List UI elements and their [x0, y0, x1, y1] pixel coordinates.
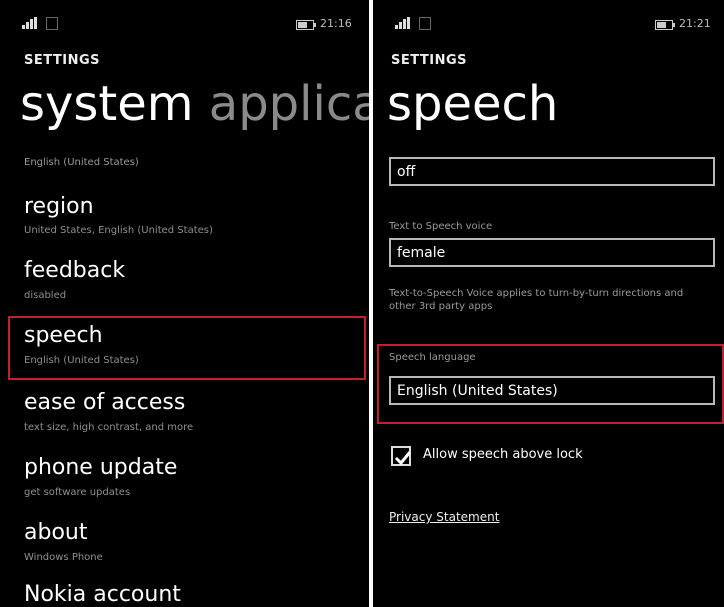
checkmark-icon	[394, 451, 412, 466]
speech-recognition-value: off	[397, 164, 416, 180]
speech-language-value: English (United States)	[397, 383, 558, 399]
menu-item-region-subtitle: United States, English (United States)	[24, 225, 213, 236]
status-bar: 21:21	[373, 0, 724, 36]
menu-item-ease-of-access-subtitle: text size, high contrast, and more	[24, 422, 194, 433]
language-subtitle: English (United States)	[24, 157, 139, 168]
speech-language-field[interactable]: English (United States)	[389, 376, 715, 405]
menu-item-nokia-account[interactable]: Nokia account	[24, 582, 181, 607]
speech-recognition-field[interactable]: off	[389, 157, 715, 186]
page-title: speech	[387, 76, 559, 132]
menu-item-region[interactable]: region	[24, 194, 94, 219]
menu-item-about[interactable]: about	[24, 520, 87, 545]
right-phone-screen: 21:21 SETTINGS speech off Text to Speech…	[373, 0, 724, 607]
menu-item-ease-of-access[interactable]: ease of access	[24, 390, 185, 415]
menu-item-phone-update-subtitle: get software updates	[24, 487, 131, 498]
menu-item-feedback[interactable]: feedback	[24, 258, 125, 283]
clock: 21:16	[320, 17, 352, 30]
network-icon	[46, 17, 58, 30]
signal-icon	[22, 17, 40, 29]
clock: 21:21	[679, 17, 711, 30]
speech-language-label: Speech language	[389, 352, 476, 363]
menu-item-about-subtitle: Windows Phone	[24, 552, 103, 563]
pivot-title: system applica	[20, 76, 369, 132]
menu-item-phone-update[interactable]: phone update	[24, 455, 177, 480]
allow-speech-label: Allow speech above lock	[423, 447, 583, 462]
left-phone-screen: 21:16 SETTINGS system applica English (U…	[0, 0, 369, 607]
menu-item-speech[interactable]: speech	[24, 323, 103, 348]
menu-item-speech-subtitle: English (United States)	[24, 355, 139, 366]
voice-field[interactable]: female	[389, 238, 715, 267]
status-bar: 21:16	[0, 0, 369, 36]
settings-header: SETTINGS	[391, 53, 468, 68]
pivot-next[interactable]: applica	[209, 76, 369, 132]
menu-item-feedback-subtitle: disabled	[24, 290, 67, 301]
voice-label: Text to Speech voice	[389, 221, 493, 232]
battery-icon	[296, 20, 316, 30]
pivot-current[interactable]: system	[20, 76, 194, 132]
voice-value: female	[397, 245, 446, 261]
privacy-statement-link[interactable]: Privacy Statement	[389, 510, 499, 524]
battery-icon	[655, 20, 675, 30]
allow-speech-checkbox[interactable]	[391, 446, 412, 466]
network-icon	[419, 17, 431, 30]
signal-icon	[395, 17, 413, 29]
settings-header: SETTINGS	[24, 53, 101, 68]
voice-note: Text-to-Speech Voice applies to turn-by-…	[389, 288, 684, 312]
